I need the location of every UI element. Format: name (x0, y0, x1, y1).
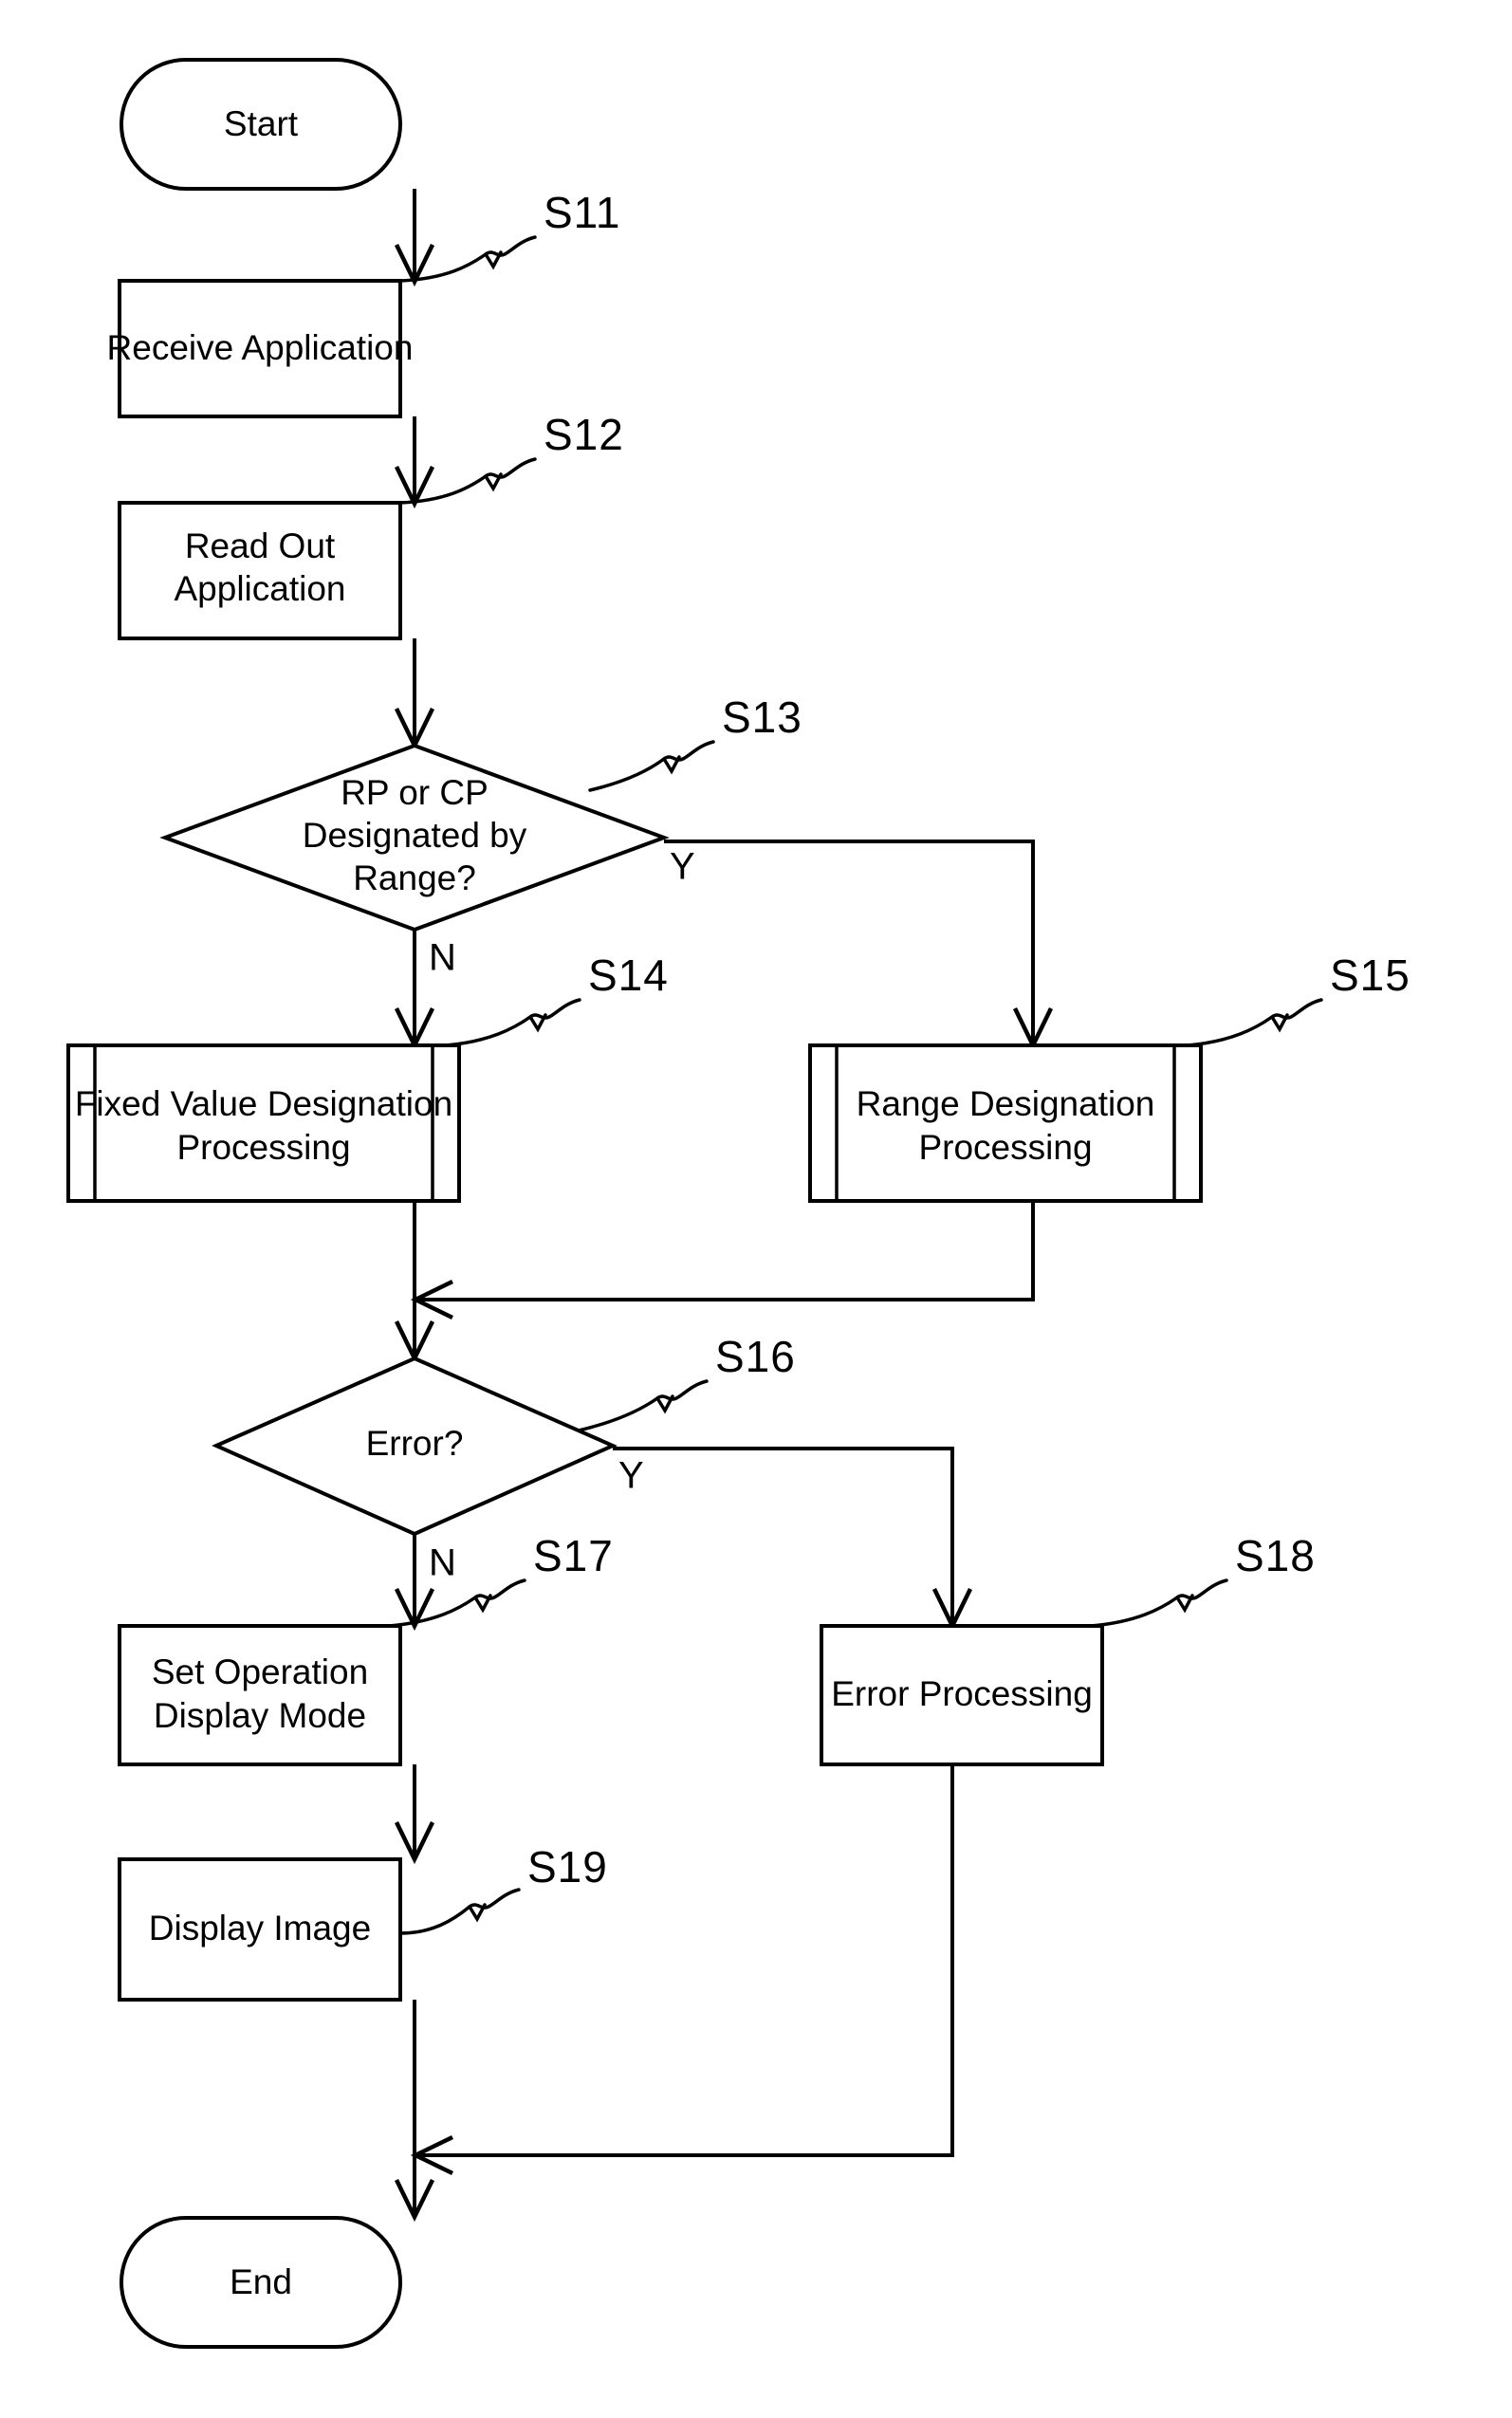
connector-s14-to-merge (394, 1201, 435, 1364)
leader-s14 (444, 998, 581, 1047)
leader-s16 (577, 1379, 709, 1432)
node-s12-label-line2: Application (174, 569, 345, 608)
connector-s13-yes-to-s15 (664, 840, 1054, 1051)
node-s11-label: Receive Application (107, 328, 414, 367)
step-label-s12: S12 (544, 410, 624, 459)
node-fixed-value-designation-processing[interactable]: Fixed Value Designation Processing (66, 1043, 461, 1203)
node-read-out-application[interactable]: Read Out Application (118, 501, 402, 640)
connector-s19-to-merge (394, 2000, 435, 2223)
flowchart-page: Start Receive Application Read Out Appli… (0, 0, 1512, 2418)
node-s13-label-line3: Range? (353, 858, 476, 897)
step-label-s11: S11 (544, 188, 620, 237)
node-s13-label-line1: RP or CP (341, 773, 489, 812)
step-label-s19: S19 (527, 1842, 608, 1892)
node-s13-label-line2: Designated by (303, 816, 527, 855)
leader-s15 (1186, 998, 1323, 1047)
node-set-operation-display-mode[interactable]: Set Operation Display Mode (118, 1624, 402, 1766)
step-label-s13: S13 (722, 692, 802, 742)
node-s12-label-line1: Read Out (185, 526, 336, 565)
node-s17-label-line1: Set Operation (152, 1652, 368, 1691)
node-s19-label: Display Image (149, 1909, 371, 1947)
connector-s17-to-s19 (394, 1764, 435, 1865)
node-s17-label-line2: Display Mode (154, 1696, 366, 1735)
node-end-label: End (230, 2262, 292, 2301)
leader-s18 (1089, 1578, 1228, 1628)
step-label-s16: S16 (715, 1332, 796, 1381)
connector-s12-to-s13 (394, 638, 435, 751)
node-s16-label: Error? (366, 1424, 464, 1463)
node-s14-label-line2: Processing (176, 1128, 350, 1167)
branch-label-s16-yes: Y (618, 1455, 644, 1497)
node-receive-application[interactable]: Receive Application (107, 279, 414, 418)
node-range-designation-processing[interactable]: Range Designation Processing (808, 1043, 1203, 1203)
step-label-s14: S14 (588, 951, 669, 1000)
branch-label-s16-no: N (429, 1542, 456, 1584)
connector-s13-no-to-s14 (394, 930, 435, 1051)
leader-s19 (398, 1888, 521, 1935)
branch-label-s13-no: N (429, 937, 456, 979)
node-start-label: Start (224, 104, 299, 143)
node-s18-label: Error Processing (831, 1674, 1093, 1713)
branch-label-s13-yes: Y (670, 846, 695, 888)
step-label-s17: S17 (533, 1531, 614, 1580)
connector-s16-no-to-s17 (394, 1534, 435, 1632)
connector-s18-to-merge (410, 1764, 954, 2176)
node-s15-label-line2: Processing (918, 1128, 1092, 1167)
node-error-processing[interactable]: Error Processing (820, 1624, 1104, 1766)
step-label-s15: S15 (1330, 951, 1411, 1000)
node-start[interactable]: Start (120, 58, 402, 191)
node-decision-error[interactable]: Error? (212, 1356, 618, 1537)
node-s14-label-line1: Fixed Value Designation (75, 1084, 452, 1123)
node-s15-label-line1: Range Designation (857, 1084, 1155, 1123)
connector-s11-to-s12 (394, 416, 435, 509)
connector-s16-yes-to-s18 (613, 1447, 973, 1632)
connector-start-to-s11 (394, 189, 435, 287)
flowchart-canvas: Start Receive Application Read Out Appli… (66, 58, 1411, 2349)
node-end[interactable]: End (120, 2216, 402, 2349)
connector-s15-to-merge (410, 1201, 1035, 1320)
step-label-s18: S18 (1235, 1531, 1316, 1580)
node-decision-rp-cp-range[interactable]: RP or CP Designated by Range? (159, 743, 670, 932)
leader-s13 (588, 740, 715, 792)
node-display-image[interactable]: Display Image (118, 1857, 402, 2002)
